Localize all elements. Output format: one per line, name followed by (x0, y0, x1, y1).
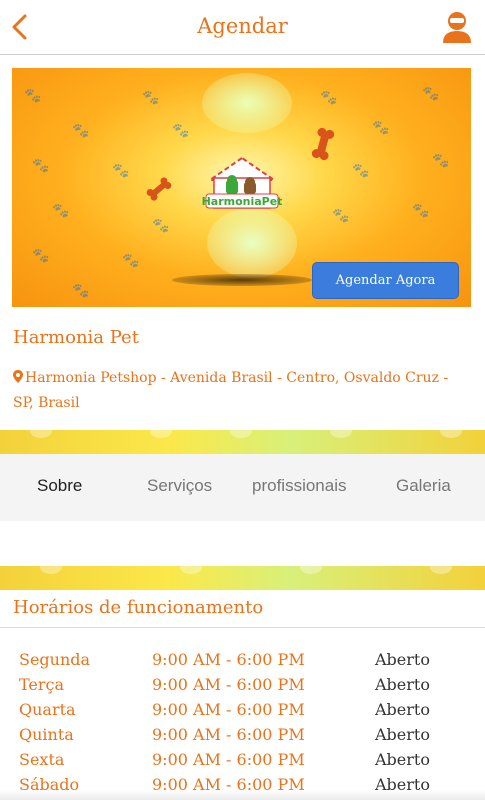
paw-icon: 🐾 (142, 90, 160, 106)
decorative-stripe (0, 566, 485, 590)
tab-galeria[interactable]: Galeria (396, 476, 451, 496)
store-address[interactable]: Harmonia Petshop - Avenida Brasil - Cent… (13, 366, 473, 416)
opening-hours-table: Segunda 9:00 AM - 6:00 PM Aberto Terça 9… (0, 648, 485, 798)
paw-icon: 🐾 (32, 158, 50, 174)
ground-shadow (172, 274, 312, 286)
paw-icon: 🐾 (332, 208, 350, 224)
time-range: 9:00 AM - 6:00 PM (152, 725, 305, 744)
light-glow (207, 208, 297, 278)
open-status: Aberto (375, 700, 430, 719)
divider (0, 627, 485, 628)
paw-icon: 🐾 (72, 123, 90, 139)
map-marker-icon (13, 370, 23, 383)
hours-row: Quinta 9:00 AM - 6:00 PM Aberto (0, 723, 485, 748)
day-label: Terça (19, 675, 65, 694)
paw-icon: 🐾 (52, 203, 70, 219)
hours-title: Horários de funcionamento (13, 597, 264, 618)
paw-icon: 🐾 (32, 248, 50, 264)
tab-profissionais[interactable]: profissionais (252, 476, 347, 496)
address-text: Harmonia Petshop - Avenida Brasil - Cent… (13, 370, 449, 411)
paw-icon: 🐾 (112, 163, 130, 179)
paw-icon: 🐾 (24, 88, 42, 104)
paw-icon: 🐾 (152, 218, 170, 234)
time-range: 9:00 AM - 6:00 PM (152, 650, 305, 669)
paw-icon: 🐾 (122, 253, 140, 269)
day-label: Quinta (19, 725, 74, 744)
tab-servicos[interactable]: Serviços (147, 476, 212, 496)
day-label: Quarta (19, 700, 76, 719)
paw-icon: 🐾 (422, 86, 440, 102)
hours-row: Quarta 9:00 AM - 6:00 PM Aberto (0, 698, 485, 723)
page-title: Agendar (197, 14, 288, 38)
paw-icon: 🐾 (352, 163, 370, 179)
time-range: 9:00 AM - 6:00 PM (152, 700, 305, 719)
top-bar: Agendar (0, 0, 485, 55)
paw-icon: 🐾 (372, 120, 390, 136)
hours-row: Segunda 9:00 AM - 6:00 PM Aberto (0, 648, 485, 673)
paw-icon: 🐾 (412, 203, 430, 219)
store-name: Harmonia Pet (13, 327, 139, 348)
paw-icon: 🐾 (320, 90, 338, 106)
scroll-fade (0, 790, 485, 800)
tab-bar: Sobre Serviços profissionais Galeria (0, 454, 485, 521)
bone-icon (146, 177, 172, 201)
day-label: Segunda (19, 650, 91, 669)
hours-row: Sexta 9:00 AM - 6:00 PM Aberto (0, 748, 485, 773)
agendar-agora-button[interactable]: Agendar Agora (312, 262, 459, 299)
tab-sobre[interactable]: Sobre (37, 476, 82, 496)
paw-icon: 🐾 (432, 153, 450, 169)
decorative-stripe (0, 430, 485, 454)
open-status: Aberto (375, 675, 430, 694)
open-status: Aberto (375, 725, 430, 744)
store-banner: 🐾 🐾 🐾 🐾 🐾 🐾 🐾 🐾 🐾 🐾 🐾 🐾 🐾 🐾 🐾 🐾 🐾 🐾 Harm… (12, 68, 471, 307)
paw-icon: 🐾 (72, 283, 90, 299)
paw-icon: 🐾 (172, 123, 190, 139)
harmonia-pet-logo: HarmoniaPet (202, 156, 282, 209)
user-icon[interactable] (441, 10, 473, 44)
logo-text: HarmoniaPet (202, 195, 282, 208)
bone-icon (311, 127, 335, 161)
time-range: 9:00 AM - 6:00 PM (152, 750, 305, 769)
open-status: Aberto (375, 650, 430, 669)
time-range: 9:00 AM - 6:00 PM (152, 675, 305, 694)
day-label: Sexta (19, 750, 65, 769)
open-status: Aberto (375, 750, 430, 769)
hours-row: Terça 9:00 AM - 6:00 PM Aberto (0, 673, 485, 698)
light-glow (202, 73, 292, 133)
